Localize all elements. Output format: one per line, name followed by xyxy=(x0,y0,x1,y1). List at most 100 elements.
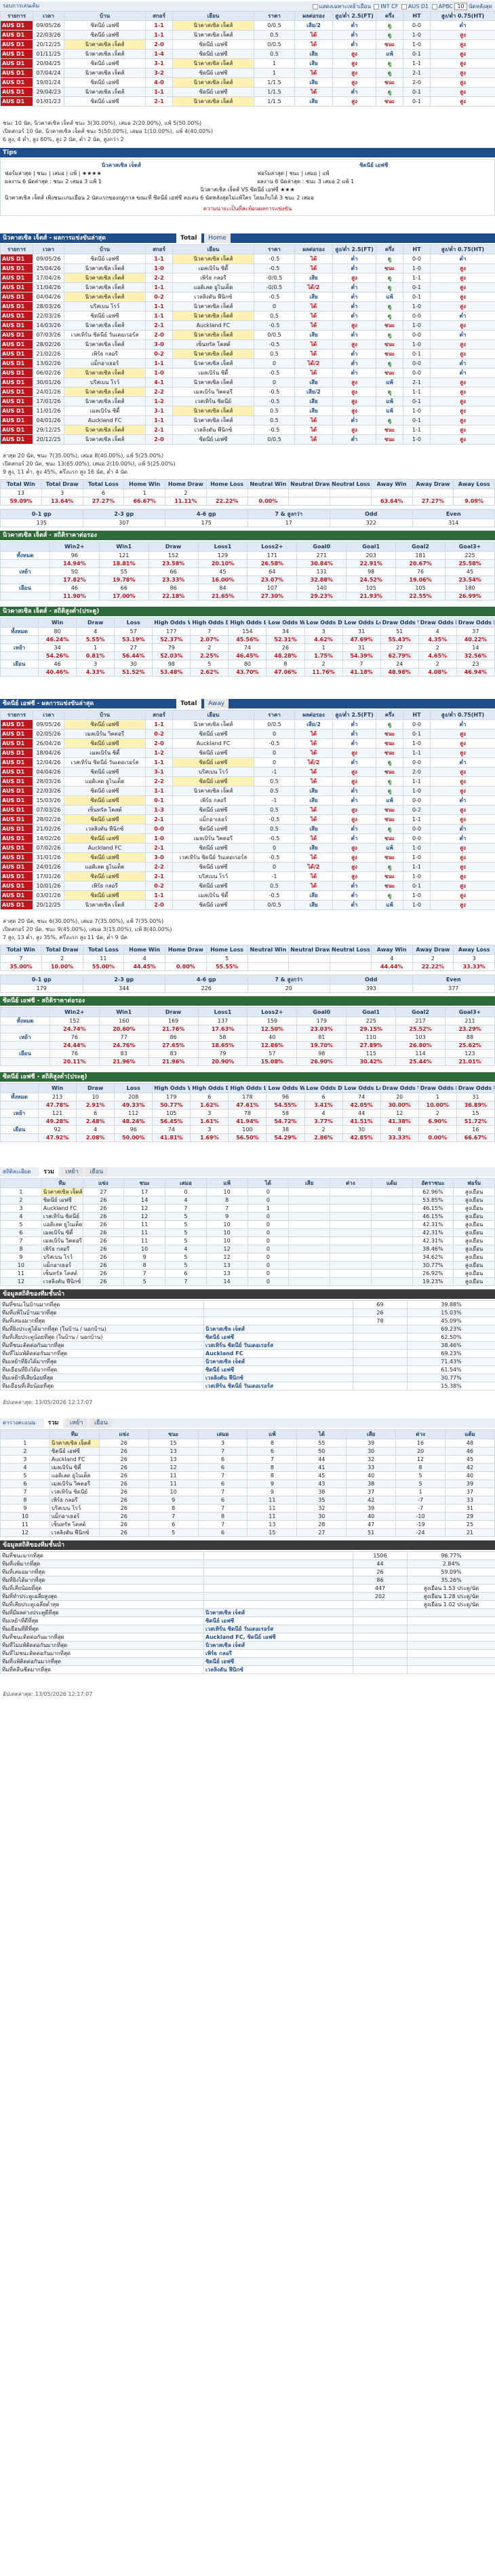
tab-nc-total[interactable]: Total xyxy=(176,233,201,243)
match-row[interactable]: AUS D1 04/04/26 ซิดนีย์ เอฟซี 3-1 บริสเบน โร… xyxy=(0,767,495,777)
match-row[interactable]: AUS D1 29/04/23 นิวคาสเซิล เจ็ตส์ 1-1 ซิดนีย… xyxy=(0,87,495,97)
match-row[interactable]: AUS D1 30/01/26 บริสเบน โรว์ 4-1 นิวคาสเซิล … xyxy=(0,377,495,387)
match-row[interactable]: AUS D1 01/01/23 ซิดนีย์ เอฟซี 2-1 นิวคาสเซิล… xyxy=(0,96,495,107)
recent-count-select[interactable]: 10 xyxy=(454,3,467,10)
stat-cell: 322 xyxy=(330,518,413,527)
league-checkbox-2[interactable] xyxy=(401,3,407,10)
nc-hilo-table: WinDrawLossHigh Odds WinHigh Odds DrawHi… xyxy=(0,618,495,677)
standings-row[interactable]: 9 บริสเบน โรว์ 26 8 7 11 32 39 -7 31 xyxy=(0,1504,495,1513)
standings-row[interactable]: 3 Auckland FC 26 13 6 7 44 32 12 45 xyxy=(0,1455,495,1464)
match-row[interactable]: AUS D1 07/03/26 เวสเทิร์น ซิดนีย์ วันเดอเร… xyxy=(0,330,495,340)
match-row[interactable]: AUS D1 29/12/25 นิวคาสเซิล เจ็ตส์ 2-1 เวลลิง… xyxy=(0,425,495,435)
same-venue-checkbox[interactable] xyxy=(312,3,318,10)
match-row[interactable]: AUS D1 20/12/25 นิวคาสเซิล เจ็ตส์ 2-0 ซิดนีย… xyxy=(0,39,495,50)
standings-row[interactable]: 5 แอดิเลด ยูไนเต็ด 26 11 5 10 0 42.31% สูงเยือน xyxy=(0,1220,495,1229)
standings1-tab-home[interactable]: เหย้า xyxy=(61,1167,83,1177)
standings2-tab-all[interactable]: รวม xyxy=(43,1418,63,1428)
match-row[interactable]: AUS D1 18/04/26 เมลเบิร์น ซิตี้ 1-2 ซิดนีย์ … xyxy=(0,748,495,758)
match-row[interactable]: AUS D1 28/03/26 บริสเบน โรว์ 1-1 นิวคาสเซิล … xyxy=(0,301,495,311)
standings-row[interactable]: 9 บริสเบน โรว์ 26 9 5 12 0 34.62% สูงเยือน xyxy=(0,1253,495,1262)
standings-row[interactable]: 2 ซิดนีย์ เอฟซี 26 14 4 8 0 53.85% สูงเยือน xyxy=(0,1196,495,1205)
match-row[interactable]: AUS D1 28/03/26 แอดิเลด ยูไนเต็ด 2-2 ซิดนีย์… xyxy=(0,776,495,787)
standings-row[interactable]: 1 นิวคาสเซิล เจ็ตส์ 27 17 0 10 0 62.96% สูงเยือน xyxy=(0,1188,495,1196)
standings1-tab-all[interactable]: รวม xyxy=(39,1167,58,1177)
match-row[interactable]: AUS D1 24/01/26 แอดิเลด ยูไนเต็ด 2-2 ซิดนีย์… xyxy=(0,862,495,872)
standings-row[interactable]: 2 ซิดนีย์ เอฟซี 26 13 7 6 50 30 20 46 xyxy=(0,1447,495,1456)
match-row[interactable]: AUS D1 04/01/26 Auckland FC 1-1 นิวคาสเซิล เ… xyxy=(0,415,495,425)
standings2-tab-home[interactable]: เหย้า xyxy=(66,1418,87,1428)
match-row[interactable]: AUS D1 20/12/25 นิวคาสเซิล เจ็ตส์ 2-0 ซิดนีย… xyxy=(0,434,495,444)
trend-value xyxy=(353,1341,408,1350)
match-row[interactable]: AUS D1 28/02/26 ซิดนีย์ เอฟซี 2-1 แม็กอาเธอร… xyxy=(0,814,495,825)
tab-sd-away[interactable]: Away xyxy=(204,699,229,708)
match-row[interactable]: AUS D1 02/05/26 เมลเบิร์น วิคตอรี 0-2 ซิดนีย… xyxy=(0,729,495,739)
match-row[interactable]: AUS D1 09/05/26 ซิดนีย์ เอฟซี 1-1 นิวคาสเซิล… xyxy=(0,254,495,264)
standings-row[interactable]: 11 เซ็นทรัล โคสต์ 26 7 6 13 0 26.92% สูงเยือน xyxy=(0,1269,495,1278)
match-row[interactable]: AUS D1 10/01/26 เพิร์ธ กลอรี 0-2 ซิดนีย์ เอฟ… xyxy=(0,881,495,891)
match-row[interactable]: AUS D1 15/03/26 ซิดนีย์ เอฟซี 0-1 เพิร์ธ กลอ… xyxy=(0,795,495,806)
standings-row[interactable]: 6 เมลเบิร์น วิคตอรี 26 11 6 9 43 38 5 39 xyxy=(0,1479,495,1488)
standings1-tab-away[interactable]: เยือน xyxy=(85,1167,108,1177)
league-checkbox-1[interactable] xyxy=(374,3,380,10)
match-row[interactable]: AUS D1 11/04/26 นิวคาสเซิล เจ็ตส์ 1-1 แอดิเล… xyxy=(0,282,495,292)
tips-probability-link[interactable]: ความน่าจะเป็นที่สะท้อนผลการแข่งขัน xyxy=(5,205,490,213)
standings-row[interactable]: 6 เมลเบิร์น ซิตี้ 26 11 5 10 0 42.31% สูงเยือน xyxy=(0,1228,495,1237)
standings-row[interactable]: 10 แม็กอาเธอร์ 26 8 5 13 0 30.77% สูงเยือน xyxy=(0,1261,495,1270)
standings-row[interactable]: 11 เซ็นทรัล โคสต์ 26 6 7 13 28 47 -19 25 xyxy=(0,1520,495,1529)
standings-row[interactable]: 8 เพิร์ธ กลอรี 26 10 4 12 0 38.46% สูงเยือน xyxy=(0,1245,495,1253)
match-row[interactable]: AUS D1 11/01/26 เมลเบิร์น ซิตี้ 3-1 นิวคาสเซ… xyxy=(0,406,495,416)
standings-row[interactable]: 7 เวสเทิร์น ซิดนีย์ 26 10 7 9 38 37 1 37 xyxy=(0,1488,495,1496)
match-row[interactable]: AUS D1 20/12/25 นิวคาสเซิล เจ็ตส์ 2-0 ซิดนีย… xyxy=(0,900,495,910)
match-row[interactable]: AUS D1 25/04/26 นิวคาสเซิล เจ็ตส์ 1-0 เมลเบิ… xyxy=(0,263,495,273)
stat-cell: 6 xyxy=(197,1528,248,1537)
match-row[interactable]: AUS D1 09/05/26 ซิดนีย์ เอฟซี 1-1 นิวคาสเซิล… xyxy=(0,20,495,31)
standings-row[interactable]: 4 เมลเบิร์น ซิตี้ 26 12 6 8 41 33 8 42 xyxy=(0,1463,495,1472)
tab-nc-home[interactable]: Home xyxy=(204,233,231,243)
standings2-tab-away[interactable]: เยือน xyxy=(90,1418,112,1428)
match-row[interactable]: AUS D1 06/02/26 นิวคาสเซิล เจ็ตส์ 1-0 เมลเบิ… xyxy=(0,368,495,378)
match-row[interactable]: AUS D1 17/01/26 ซิดนีย์ เอฟซี 2-1 บริสเบน โร… xyxy=(0,871,495,882)
match-row[interactable]: AUS D1 13/02/26 แม็กอาเธอร์ 1-1 นิวคาสเซิล เ… xyxy=(0,358,495,368)
match-row[interactable]: AUS D1 21/02/26 เวลลิงตัน ฟีนิกซ์ 0-0 ซิดนีย… xyxy=(0,824,495,834)
match-row[interactable]: AUS D1 07/02/26 Auckland FC 2-1 ซิดนีย์ เอฟซ… xyxy=(0,843,495,853)
tab-sd-total[interactable]: Total xyxy=(176,699,201,708)
match-row[interactable]: AUS D1 07/04/24 นิวคาสเซิล เจ็ตส์ 3-2 ซิดนีย… xyxy=(0,68,495,78)
match-row[interactable]: AUS D1 09/05/26 ซิดนีย์ เอฟซี 1-1 นิวคาสเซิล… xyxy=(0,719,495,730)
match-row[interactable]: AUS D1 17/04/26 นิวคาสเซิล เจ็ตส์ 2-2 เพิร์ธ… xyxy=(0,273,495,283)
standings-row[interactable]: 1 นิวคาสเซิล เจ็ตส์ 26 15 3 8 55 39 16 48 xyxy=(0,1439,495,1447)
match-row[interactable]: AUS D1 19/01/24 ซิดนีย์ เอฟซี 4-0 นิวคาสเซิล… xyxy=(0,77,495,88)
match-row[interactable]: AUS D1 24/01/26 นิวคาสเซิล เจ็ตส์ 2-2 เมลเบิ… xyxy=(0,387,495,397)
standings-row[interactable]: 12 เวลลิงตัน ฟีนิกซ์ 26 5 7 14 0 19.23% สูงเยือน xyxy=(0,1277,495,1286)
away-team-cell: Auckland FC xyxy=(172,320,254,330)
match-row[interactable]: AUS D1 21/02/26 เพิร์ธ กลอรี 0-2 นิวคาสเซิล … xyxy=(0,349,495,359)
match-row[interactable]: AUS D1 07/03/26 เซ็นทรัล โคสต์ 1-3 ซิดนีย์ เ… xyxy=(0,805,495,815)
ht-score-cell: 1-0 xyxy=(403,871,431,882)
standings-row[interactable]: 10 แม็กอาเธอร์ 26 7 8 11 30 40 -10 29 xyxy=(0,1512,495,1521)
match-row[interactable]: AUS D1 26/04/26 ซิดนีย์ เอฟซี 2-0 Auckland F… xyxy=(0,738,495,749)
standings-row[interactable]: 4 เวสเทิร์น ซิดนีย์ 26 12 5 9 0 46.15% สูงเยือน xyxy=(0,1212,495,1221)
date-cell: 31/01/26 xyxy=(33,852,64,863)
match-row[interactable]: AUS D1 20/04/25 ซิดนีย์ เอฟซี 3-1 นิวคาสเซิล… xyxy=(0,58,495,69)
match-row[interactable]: AUS D1 04/04/26 นิวคาสเซิล เจ็ตส์ 0-2 เวลลิง… xyxy=(0,292,495,302)
match-row[interactable]: AUS D1 12/04/26 เวสเทิร์น ซิดนีย์ วันเดอเร… xyxy=(0,757,495,768)
standings-row[interactable]: 3 Auckland FC 26 12 7 7 1 46.15% สูงเยือน xyxy=(0,1204,495,1213)
trend-row: ทีมเหย้าที่เสียน้อยที่สุด เวลลิงตัน ฟีนิก… xyxy=(0,1374,495,1382)
standings-row[interactable]: 12 เวลลิงตัน ฟีนิกซ์ 26 5 6 15 27 51 -24 21 xyxy=(0,1528,495,1537)
date-cell: 28/02/26 xyxy=(33,814,64,825)
league-checkbox-3[interactable] xyxy=(431,3,437,10)
match-row[interactable]: AUS D1 17/01/26 นิวคาสเซิล เจ็ตส์ 1-2 เวสเทิ… xyxy=(0,396,495,406)
standings-row[interactable]: 8 เพิร์ธ กลอรี 26 9 6 11 35 42 -7 33 xyxy=(0,1496,495,1504)
ht-ou-cell: สูง xyxy=(430,77,495,88)
match-row[interactable]: AUS D1 28/02/26 นิวคาสเซิล เจ็ตส์ 3-0 เซ็นทร… xyxy=(0,339,495,349)
match-row[interactable]: AUS D1 01/11/25 นิวคาสเซิล เจ็ตส์ 1-4 ซิดนีย… xyxy=(0,49,495,59)
match-row[interactable]: AUS D1 22/03/26 ซิดนีย์ เอฟซี 1-1 นิวคาสเซิล… xyxy=(0,311,495,321)
match-row[interactable]: AUS D1 14/03/26 นิวคาสเซิล เจ็ตส์ 2-1 Auckla… xyxy=(0,320,495,330)
match-row[interactable]: AUS D1 22/03/26 ซิดนีย์ เอฟซี 1-1 นิวคาสเซิล… xyxy=(0,30,495,40)
standings-row[interactable]: 5 แอดิเลด ยูไนเต็ด 26 11 7 8 45 40 5 40 xyxy=(0,1471,495,1480)
half-result-cell: ชนะ xyxy=(376,871,403,882)
match-row[interactable]: AUS D1 31/01/26 ซิดนีย์ เอฟซี 3-0 เวสเทิร์น … xyxy=(0,852,495,863)
match-row[interactable]: AUS D1 03/01/26 ซิดนีย์ เอฟซี 1-1 เมลเบิร์น … xyxy=(0,890,495,901)
match-row[interactable]: AUS D1 22/03/26 ซิดนีย์ เอฟซี 1-1 นิวคาสเซิล… xyxy=(0,786,495,796)
standings-row[interactable]: 7 เมลเบิร์น วิคตอรี 26 11 5 10 0 42.31% สูงเยือน xyxy=(0,1236,495,1245)
match-row[interactable]: AUS D1 14/02/26 ซิดนีย์ เอฟซี 1-0 เมลเบิร์น … xyxy=(0,833,495,844)
